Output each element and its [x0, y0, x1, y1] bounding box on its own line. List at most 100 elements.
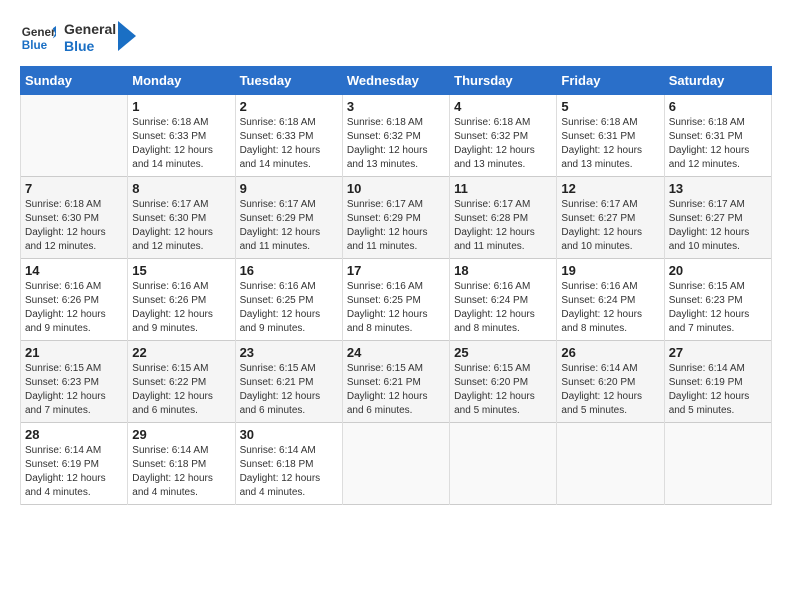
- calendar-table: SundayMondayTuesdayWednesdayThursdayFrid…: [20, 66, 772, 505]
- day-number: 14: [25, 263, 123, 278]
- daylight-label: Daylight: 12 hours and 9 minutes.: [132, 309, 213, 334]
- day-number: 20: [669, 263, 767, 278]
- calendar-cell: 23 Sunrise: 6:15 AM Sunset: 6:21 PM Dayl…: [235, 341, 342, 423]
- cell-info: Sunrise: 6:15 AM Sunset: 6:22 PM Dayligh…: [132, 362, 230, 418]
- sunrise-label: Sunrise: 6:16 AM: [25, 281, 101, 292]
- weekday-header-monday: Monday: [128, 67, 235, 95]
- cell-info: Sunrise: 6:17 AM Sunset: 6:28 PM Dayligh…: [454, 198, 552, 254]
- logo-general: General: [64, 21, 116, 38]
- sunset-label: Sunset: 6:24 PM: [454, 295, 528, 306]
- cell-info: Sunrise: 6:17 AM Sunset: 6:27 PM Dayligh…: [669, 198, 767, 254]
- day-number: 1: [132, 99, 230, 114]
- sunrise-label: Sunrise: 6:15 AM: [347, 363, 423, 374]
- daylight-label: Daylight: 12 hours and 7 minutes.: [25, 391, 106, 416]
- calendar-cell: [21, 95, 128, 177]
- weekday-header-saturday: Saturday: [664, 67, 771, 95]
- day-number: 23: [240, 345, 338, 360]
- day-number: 28: [25, 427, 123, 442]
- day-number: 9: [240, 181, 338, 196]
- sunset-label: Sunset: 6:24 PM: [561, 295, 635, 306]
- cell-info: Sunrise: 6:17 AM Sunset: 6:27 PM Dayligh…: [561, 198, 659, 254]
- calendar-week-row: 14 Sunrise: 6:16 AM Sunset: 6:26 PM Dayl…: [21, 259, 772, 341]
- sunset-label: Sunset: 6:33 PM: [240, 131, 314, 142]
- sunset-label: Sunset: 6:30 PM: [132, 213, 206, 224]
- day-number: 6: [669, 99, 767, 114]
- sunset-label: Sunset: 6:18 PM: [132, 459, 206, 470]
- sunrise-label: Sunrise: 6:16 AM: [240, 281, 316, 292]
- cell-info: Sunrise: 6:14 AM Sunset: 6:18 PM Dayligh…: [240, 444, 338, 500]
- calendar-cell: 2 Sunrise: 6:18 AM Sunset: 6:33 PM Dayli…: [235, 95, 342, 177]
- sunrise-label: Sunrise: 6:18 AM: [347, 117, 423, 128]
- calendar-cell: 21 Sunrise: 6:15 AM Sunset: 6:23 PM Dayl…: [21, 341, 128, 423]
- logo-icon: General Blue: [20, 20, 56, 56]
- sunrise-label: Sunrise: 6:17 AM: [669, 199, 745, 210]
- sunset-label: Sunset: 6:23 PM: [25, 377, 99, 388]
- day-number: 18: [454, 263, 552, 278]
- cell-info: Sunrise: 6:18 AM Sunset: 6:30 PM Dayligh…: [25, 198, 123, 254]
- weekday-header-row: SundayMondayTuesdayWednesdayThursdayFrid…: [21, 67, 772, 95]
- calendar-cell: 15 Sunrise: 6:16 AM Sunset: 6:26 PM Dayl…: [128, 259, 235, 341]
- day-number: 16: [240, 263, 338, 278]
- sunrise-label: Sunrise: 6:18 AM: [454, 117, 530, 128]
- day-number: 21: [25, 345, 123, 360]
- daylight-label: Daylight: 12 hours and 13 minutes.: [347, 145, 428, 170]
- sunrise-label: Sunrise: 6:14 AM: [240, 445, 316, 456]
- cell-info: Sunrise: 6:16 AM Sunset: 6:25 PM Dayligh…: [240, 280, 338, 336]
- calendar-cell: 24 Sunrise: 6:15 AM Sunset: 6:21 PM Dayl…: [342, 341, 449, 423]
- calendar-cell: 26 Sunrise: 6:14 AM Sunset: 6:20 PM Dayl…: [557, 341, 664, 423]
- sunset-label: Sunset: 6:27 PM: [561, 213, 635, 224]
- logo: General Blue General Blue: [20, 20, 136, 56]
- sunrise-label: Sunrise: 6:16 AM: [132, 281, 208, 292]
- daylight-label: Daylight: 12 hours and 11 minutes.: [240, 227, 321, 252]
- calendar-cell: 29 Sunrise: 6:14 AM Sunset: 6:18 PM Dayl…: [128, 423, 235, 505]
- daylight-label: Daylight: 12 hours and 6 minutes.: [347, 391, 428, 416]
- sunset-label: Sunset: 6:32 PM: [454, 131, 528, 142]
- sunset-label: Sunset: 6:21 PM: [347, 377, 421, 388]
- daylight-label: Daylight: 12 hours and 9 minutes.: [25, 309, 106, 334]
- day-number: 11: [454, 181, 552, 196]
- calendar-cell: 11 Sunrise: 6:17 AM Sunset: 6:28 PM Dayl…: [450, 177, 557, 259]
- daylight-label: Daylight: 12 hours and 12 minutes.: [25, 227, 106, 252]
- daylight-label: Daylight: 12 hours and 14 minutes.: [240, 145, 321, 170]
- cell-info: Sunrise: 6:17 AM Sunset: 6:29 PM Dayligh…: [347, 198, 445, 254]
- sunrise-label: Sunrise: 6:18 AM: [669, 117, 745, 128]
- daylight-label: Daylight: 12 hours and 7 minutes.: [669, 309, 750, 334]
- sunset-label: Sunset: 6:31 PM: [561, 131, 635, 142]
- daylight-label: Daylight: 12 hours and 4 minutes.: [25, 473, 106, 498]
- daylight-label: Daylight: 12 hours and 13 minutes.: [454, 145, 535, 170]
- daylight-label: Daylight: 12 hours and 5 minutes.: [561, 391, 642, 416]
- day-number: 2: [240, 99, 338, 114]
- cell-info: Sunrise: 6:17 AM Sunset: 6:30 PM Dayligh…: [132, 198, 230, 254]
- svg-text:General: General: [22, 26, 56, 39]
- day-number: 12: [561, 181, 659, 196]
- day-number: 8: [132, 181, 230, 196]
- sunrise-label: Sunrise: 6:15 AM: [240, 363, 316, 374]
- sunrise-label: Sunrise: 6:15 AM: [669, 281, 745, 292]
- sunrise-label: Sunrise: 6:15 AM: [25, 363, 101, 374]
- weekday-header-sunday: Sunday: [21, 67, 128, 95]
- cell-info: Sunrise: 6:15 AM Sunset: 6:21 PM Dayligh…: [347, 362, 445, 418]
- daylight-label: Daylight: 12 hours and 6 minutes.: [240, 391, 321, 416]
- calendar-cell: [664, 423, 771, 505]
- calendar-cell: 3 Sunrise: 6:18 AM Sunset: 6:32 PM Dayli…: [342, 95, 449, 177]
- daylight-label: Daylight: 12 hours and 12 minutes.: [669, 145, 750, 170]
- calendar-week-row: 1 Sunrise: 6:18 AM Sunset: 6:33 PM Dayli…: [21, 95, 772, 177]
- sunset-label: Sunset: 6:21 PM: [240, 377, 314, 388]
- day-number: 17: [347, 263, 445, 278]
- calendar-week-row: 7 Sunrise: 6:18 AM Sunset: 6:30 PM Dayli…: [21, 177, 772, 259]
- day-number: 27: [669, 345, 767, 360]
- sunset-label: Sunset: 6:20 PM: [454, 377, 528, 388]
- daylight-label: Daylight: 12 hours and 10 minutes.: [561, 227, 642, 252]
- daylight-label: Daylight: 12 hours and 9 minutes.: [240, 309, 321, 334]
- calendar-cell: [557, 423, 664, 505]
- day-number: 24: [347, 345, 445, 360]
- sunset-label: Sunset: 6:25 PM: [240, 295, 314, 306]
- sunset-label: Sunset: 6:32 PM: [347, 131, 421, 142]
- day-number: 26: [561, 345, 659, 360]
- daylight-label: Daylight: 12 hours and 4 minutes.: [132, 473, 213, 498]
- calendar-cell: 8 Sunrise: 6:17 AM Sunset: 6:30 PM Dayli…: [128, 177, 235, 259]
- daylight-label: Daylight: 12 hours and 11 minutes.: [347, 227, 428, 252]
- calendar-cell: 22 Sunrise: 6:15 AM Sunset: 6:22 PM Dayl…: [128, 341, 235, 423]
- sunset-label: Sunset: 6:19 PM: [669, 377, 743, 388]
- cell-info: Sunrise: 6:18 AM Sunset: 6:31 PM Dayligh…: [561, 116, 659, 172]
